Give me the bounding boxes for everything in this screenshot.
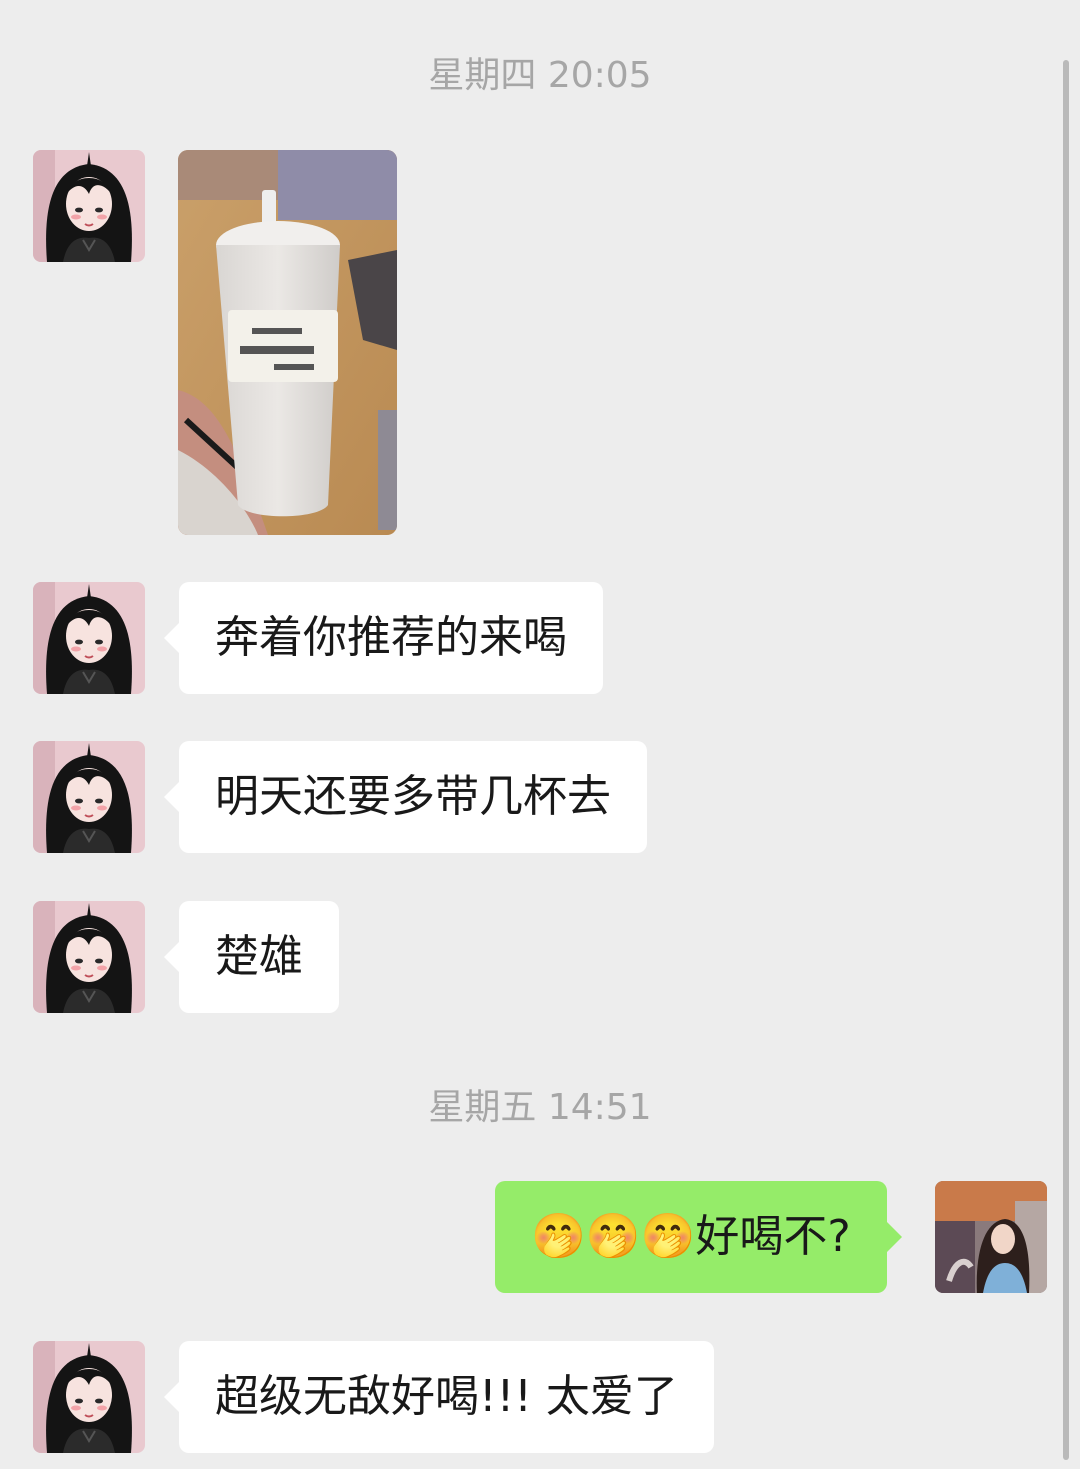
cartoon-girl-avatar-icon xyxy=(33,901,145,1013)
cartoon-girl-avatar-icon xyxy=(33,150,145,262)
photo-avatar-icon xyxy=(935,1181,1047,1293)
contact-avatar[interactable] xyxy=(33,150,145,262)
outgoing-message-bubble[interactable]: 🤭🤭🤭好喝不? xyxy=(495,1181,902,1293)
contact-avatar[interactable] xyxy=(33,1341,145,1453)
incoming-message-bubble[interactable]: 超级无敌好喝!!! 太爱了 xyxy=(164,1341,714,1453)
timestamp-thursday: 星期四 20:05 xyxy=(428,55,652,96)
self-avatar[interactable] xyxy=(935,1181,1047,1293)
timestamp-friday: 星期五 14:51 xyxy=(428,1087,652,1128)
photo-message[interactable] xyxy=(178,150,397,535)
contact-avatar[interactable] xyxy=(33,582,145,694)
cartoon-girl-avatar-icon xyxy=(33,582,145,694)
message-text: 楚雄 xyxy=(215,931,303,982)
contact-avatar[interactable] xyxy=(33,901,145,1013)
cartoon-girl-avatar-icon xyxy=(33,1341,145,1453)
message-text: 好喝不? xyxy=(695,1211,851,1262)
message-text: 超级无敌好喝!!! 太爱了 xyxy=(215,1371,678,1422)
incoming-message-bubble[interactable]: 楚雄 xyxy=(164,901,339,1013)
milk-tea-cup-photo-icon xyxy=(178,150,397,535)
incoming-message-bubble[interactable]: 奔着你推荐的来喝 xyxy=(164,582,603,694)
message-text: 奔着你推荐的来喝 xyxy=(215,612,567,663)
contact-avatar[interactable] xyxy=(33,741,145,853)
scrollbar[interactable] xyxy=(1063,60,1069,1460)
cartoon-girl-avatar-icon xyxy=(33,741,145,853)
incoming-message-bubble[interactable]: 明天还要多带几杯去 xyxy=(164,741,647,853)
emoji-sequence: 🤭🤭🤭 xyxy=(531,1211,696,1262)
message-text: 明天还要多带几杯去 xyxy=(215,771,611,822)
